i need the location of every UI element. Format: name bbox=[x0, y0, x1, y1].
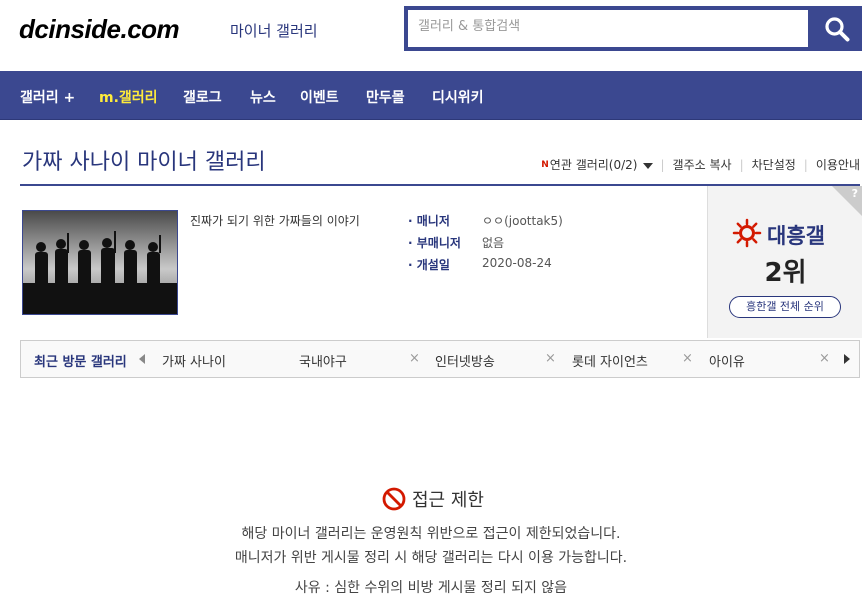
notice-heading: 접근 제한 bbox=[382, 486, 484, 512]
gallery-description: 진짜가 되기 위한 가짜들의 이야기 bbox=[190, 214, 360, 228]
new-badge: N bbox=[541, 159, 549, 170]
minor-gallery-link[interactable]: 마이너 갤러리 bbox=[230, 20, 318, 41]
notice-reason: 사유 : 심한 수위의 비방 게시물 정리 되지 않음 bbox=[294, 580, 568, 596]
created-date-label: · 개설일 bbox=[408, 258, 450, 272]
rank-box: ? 대흥갤 2위 흥한갤 전체 순위 bbox=[707, 186, 862, 338]
rank-name: 대흥갤 bbox=[767, 224, 825, 248]
close-icon[interactable]: × bbox=[545, 351, 556, 366]
close-icon[interactable]: × bbox=[819, 351, 830, 366]
divider: | bbox=[739, 157, 744, 172]
related-gallery-label: 연관 갤러리(0/2) bbox=[549, 158, 638, 172]
gallery-links: N 연관 갤러리(0/2) | 갤주소 복사 | 차단설정 | 이용안내 bbox=[541, 156, 860, 173]
created-date-value: 2020-08-24 bbox=[482, 256, 552, 270]
recent-gallery-item[interactable]: 가짜 사나이 bbox=[162, 351, 226, 370]
site-logo[interactable]: dcinside.com bbox=[19, 14, 180, 45]
close-icon[interactable]: × bbox=[409, 351, 420, 366]
recent-gallery-item[interactable]: 아이유 bbox=[709, 351, 745, 370]
prev-arrow-icon[interactable] bbox=[139, 354, 145, 364]
recent-gallery-item[interactable]: 롯데 자이언츠 bbox=[572, 351, 648, 370]
nav-news[interactable]: 뉴스 bbox=[250, 87, 276, 107]
nav-mandumall[interactable]: 만두몰 bbox=[366, 87, 405, 107]
sun-icon bbox=[732, 218, 762, 248]
notice-message: 매니저가 위반 게시물 정리 시 해당 갤러리는 다시 이용 가능합니다. bbox=[234, 550, 628, 566]
recent-galleries-bar: 최근 방문 갤러리 가짜 사나이 × 국내야구 × 인터넷방송 × 롯데 자이언… bbox=[20, 340, 860, 378]
recent-gallery-item[interactable]: 국내야구 bbox=[299, 351, 347, 370]
search-button[interactable] bbox=[812, 6, 862, 51]
help-icon[interactable]: ? bbox=[852, 187, 858, 200]
gallery-title[interactable]: 가짜 사나이 마이너 갤러리 bbox=[22, 144, 266, 176]
notice-message: 해당 마이너 갤러리는 운영원칙 위반으로 접근이 제한되었습니다. bbox=[241, 526, 621, 542]
nav-m-gallery[interactable]: m.갤러리 bbox=[99, 87, 158, 107]
rank-value: 2위 bbox=[764, 258, 807, 288]
guide-link[interactable]: 이용안내 bbox=[816, 156, 860, 173]
manager-value[interactable]: ㅇㅇ(joottak5) bbox=[482, 212, 563, 229]
no-entry-icon bbox=[382, 487, 406, 511]
divider: | bbox=[660, 157, 665, 172]
divider: | bbox=[803, 157, 808, 172]
copy-address-link[interactable]: 갤주소 복사 bbox=[673, 156, 732, 173]
nav-dcwiki[interactable]: 디시위키 bbox=[432, 87, 484, 107]
manager-label: · 매니저 bbox=[408, 214, 450, 228]
next-arrow-icon[interactable] bbox=[844, 354, 850, 364]
recent-gallery-item[interactable]: 인터넷방송 bbox=[435, 351, 495, 370]
block-settings-link[interactable]: 차단설정 bbox=[752, 156, 796, 173]
sub-manager-label: · 부매니저 bbox=[408, 236, 461, 250]
notice-title: 접근 제한 bbox=[412, 490, 484, 511]
main-nav: 갤러리 + m.갤러리 갤로그 뉴스 이벤트 만두몰 디시위키 bbox=[0, 71, 862, 120]
gallery-thumbnail bbox=[22, 210, 178, 315]
sub-manager-value: 없음 bbox=[482, 236, 505, 250]
nav-gallery-plus[interactable]: 갤러리 + bbox=[20, 87, 75, 107]
nav-event[interactable]: 이벤트 bbox=[300, 87, 339, 107]
caret-down-icon bbox=[642, 162, 653, 169]
search-box bbox=[404, 6, 812, 51]
search-icon bbox=[825, 16, 850, 41]
recent-galleries-title: 최근 방문 갤러리 bbox=[34, 355, 127, 370]
nav-gallog[interactable]: 갤로그 bbox=[183, 87, 222, 107]
close-icon[interactable]: × bbox=[682, 351, 693, 366]
full-rank-button[interactable]: 흥한갤 전체 순위 bbox=[729, 296, 841, 318]
search-input[interactable] bbox=[418, 19, 798, 34]
related-gallery-button[interactable]: 연관 갤러리(0/2) bbox=[550, 156, 653, 173]
